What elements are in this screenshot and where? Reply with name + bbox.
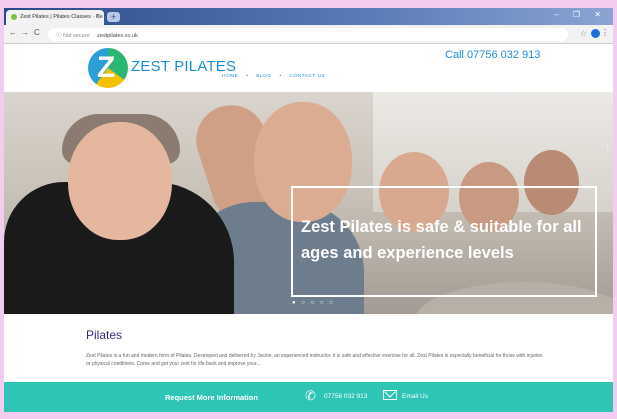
nav-contact-us[interactable]: CONTACT US <box>290 74 326 79</box>
new-tab-button[interactable]: + <box>107 12 120 22</box>
browser-chrome: Zest Pilates | Pilates Classes · Ce × + … <box>4 8 613 44</box>
contact-cta-bar: Request More Information ✆ 07756 032 913… <box>4 382 613 412</box>
forward-icon[interactable]: → <box>21 28 29 37</box>
url-input[interactable]: ⓘ Not secure zestpilates.co.uk <box>48 28 568 41</box>
header-phone[interactable]: Call 07756 032 913 <box>445 49 540 61</box>
email-us-link[interactable]: Email Us <box>402 393 428 400</box>
cta-phone[interactable]: 07756 032 913 <box>324 393 367 400</box>
phone-icon: ✆ <box>305 388 316 403</box>
slider-next-icon[interactable]: › <box>606 142 609 151</box>
nav-home[interactable]: HOME <box>222 74 238 79</box>
window-controls[interactable]: ‒ ❐ ✕ <box>554 10 607 19</box>
close-tab-icon[interactable]: × <box>96 13 100 20</box>
intro-section: Pilates Zest Pilates is a fun and modern… <box>4 314 613 382</box>
back-icon[interactable]: ← <box>9 28 17 37</box>
section-heading: Pilates <box>86 328 123 342</box>
security-indicator[interactable]: ⓘ Not secure <box>56 33 90 39</box>
bookmark-star-icon[interactable]: ☆ <box>580 29 587 38</box>
extension-icon[interactable] <box>591 29 600 38</box>
hero-slider: Zest Pilates is safe & suitable for all … <box>4 92 613 314</box>
tab-title: Zest Pilates | Pilates Classes · Ce <box>20 14 103 20</box>
tab-bar: Zest Pilates | Pilates Classes · Ce × + … <box>4 8 613 25</box>
address-bar: ← → C ⓘ Not secure zestpilates.co.uk ☆ ⋮ <box>4 25 613 44</box>
hero-headline: Zest Pilates is safe & suitable for all … <box>301 218 582 262</box>
browser-menu-icon[interactable]: ⋮ <box>601 28 609 37</box>
browser-tab[interactable]: Zest Pilates | Pilates Classes · Ce × <box>6 10 104 25</box>
request-info-link[interactable]: Request More Information <box>165 393 258 402</box>
section-body: Zest Pilates is a fun and modern form of… <box>86 353 543 367</box>
nav-separator: • <box>279 74 282 79</box>
main-nav: HOME • BLOG • CONTACT US <box>222 74 331 79</box>
nav-blog[interactable]: BLOG <box>256 74 271 79</box>
hero-caption-box: Zest Pilates is safe & suitable for all … <box>291 186 597 297</box>
reload-icon[interactable]: C <box>34 28 40 37</box>
url-text: zestpilates.co.uk <box>97 33 138 39</box>
logo-text[interactable]: ZEST PILATES <box>131 58 236 75</box>
hero-photo-person-face <box>68 122 172 240</box>
nav-separator: • <box>246 74 249 79</box>
zest-logo-icon[interactable] <box>88 48 128 88</box>
slider-dots[interactable]: ● ○ ○ ○ ○ <box>292 300 335 306</box>
favicon-icon <box>11 14 17 20</box>
web-page: ZEST PILATES HOME • BLOG • CONTACT US Ca… <box>4 44 613 412</box>
site-header: ZEST PILATES HOME • BLOG • CONTACT US Ca… <box>4 44 613 92</box>
mail-icon <box>383 390 397 400</box>
